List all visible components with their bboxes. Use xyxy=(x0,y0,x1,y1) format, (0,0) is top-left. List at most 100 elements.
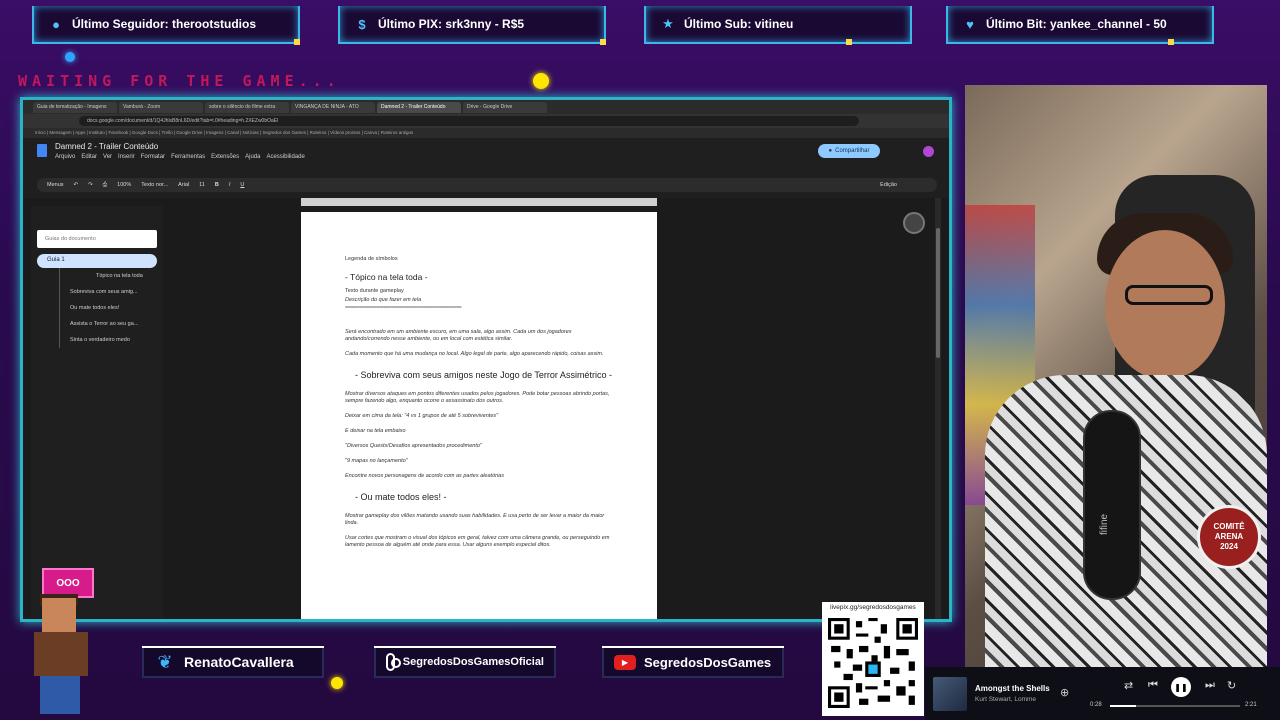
bold-icon[interactable]: B xyxy=(215,182,219,188)
docs-menu-bar: Arquivo Editar Ver Inserir Formatar Ferr… xyxy=(55,154,305,160)
social-handle: RenatoCavallera xyxy=(184,654,294,670)
outline-item[interactable]: Sobreviva com seus amig... xyxy=(59,284,163,300)
social-instagram: SegredosDosGamesOficial xyxy=(374,646,556,678)
font-select[interactable]: Arial xyxy=(178,182,189,188)
user-icon: ● xyxy=(52,16,60,32)
doc-paragraph: Usar cortes que mostram o visual dos tóp… xyxy=(345,535,610,548)
browser-tab[interactable]: Vamburá - Zoom xyxy=(119,101,203,113)
doc-paragraph: "Diversos Quests/Desafios apresentados p… xyxy=(345,443,482,449)
lock-icon: ● xyxy=(828,148,833,154)
user-avatar[interactable] xyxy=(923,146,934,157)
social-youtube: ▶ SegredosDosGames xyxy=(602,646,784,678)
menu-format[interactable]: Formatar xyxy=(141,154,165,160)
menus-search[interactable]: Menus xyxy=(47,182,64,188)
underline-icon[interactable]: U xyxy=(240,182,244,188)
repeat-icon[interactable]: ↻ xyxy=(1227,679,1236,692)
doc-text: Descrição do que fazer em tela xyxy=(345,297,422,303)
decor-dot xyxy=(533,73,549,89)
song-artist: Kurt Stewart, Lomme xyxy=(975,696,1037,703)
streamer-face xyxy=(1105,230,1225,380)
glasses xyxy=(1125,285,1213,305)
alert-last-bit: ♥ Último Bit: yankee_channel - 50 xyxy=(946,6,1214,45)
outline-tab-guia-1[interactable]: Guia 1 xyxy=(37,254,157,268)
waiting-banner: WAITING FOR THE GAME... xyxy=(18,72,341,90)
share-label: Compartilhar xyxy=(835,148,870,154)
doc-paragraph: Cada momento que há uma mudança no local… xyxy=(345,351,604,357)
undo-icon[interactable]: ↶ xyxy=(74,182,79,188)
menu-help[interactable]: Ajuda xyxy=(245,154,260,160)
shirt-badge: COMITÊ ARENA 2024 xyxy=(1197,505,1261,569)
doc-legend: Legenda de símbolos xyxy=(345,256,398,262)
style-select[interactable]: Texto nor... xyxy=(141,182,168,188)
docs-logo-icon[interactable] xyxy=(37,144,47,157)
menu-extensions[interactable]: Extensões xyxy=(211,154,239,160)
menu-accessibility[interactable]: Acessibilidade xyxy=(266,154,304,160)
progress-bar[interactable] xyxy=(1110,705,1240,707)
alert-last-follower: ● Último Seguidor: therootstudios xyxy=(32,6,300,45)
alert-label: Último Sub: vitineu xyxy=(684,17,794,31)
doc-paragraph: Mostrar gameplay dos vilões matando usan… xyxy=(345,513,605,526)
doc-paragraph: Encontre novos personagens de acordo com… xyxy=(345,473,504,479)
browser-tab[interactable]: Guia de tematização - Imagens xyxy=(33,101,117,113)
microphone xyxy=(1083,410,1141,600)
alert-last-pix: $ Último PIX: srk3nny - R$5 xyxy=(338,6,606,45)
qr-label: livepix.gg/segredosdosgames xyxy=(830,604,916,611)
browser-tab-active[interactable]: Damned 2 - Trailer Conteúdo xyxy=(377,101,461,113)
url-input[interactable]: docs.google.com/document/d/1Q4JhlsB8nL6D… xyxy=(79,116,859,126)
shuffle-icon[interactable]: ⇄ xyxy=(1124,679,1133,692)
font-size-input[interactable]: 11 xyxy=(199,182,205,188)
redo-icon[interactable]: ↷ xyxy=(88,182,93,188)
pixel-character xyxy=(30,594,92,716)
doc-paragraph: "9 mapas no lançamento" xyxy=(345,458,408,464)
outline-item[interactable]: Assista o Terror ao seu ga... xyxy=(59,316,163,332)
doc-heading: - Ou mate todos eles! - xyxy=(355,492,447,502)
dark-mode-toggle-icon[interactable] xyxy=(903,212,925,234)
bookmarks-bar[interactable]: Início | Mensagem | Apps | Instituto | F… xyxy=(23,128,949,138)
browser-tab[interactable]: VINGANÇA DE NINJA - ATO xyxy=(291,101,375,113)
vertical-scrollbar[interactable] xyxy=(935,198,941,619)
browser-tab-strip: Guia de tematização - Imagens Vamburá - … xyxy=(23,100,949,114)
decor-dot xyxy=(331,677,343,689)
mic-brand: fifine xyxy=(1099,513,1110,535)
outline-item[interactable]: Tópico na tela toda xyxy=(59,268,163,284)
print-icon[interactable]: ⎙ xyxy=(103,182,107,189)
progress-fill xyxy=(1110,705,1136,707)
browser-tab[interactable]: sobre o silêncio do filme extra xyxy=(205,101,289,113)
doc-paragraph: Deixar em cima da tela: "4 vs 1 grupos d… xyxy=(345,413,499,419)
alert-label: Último Seguidor: therootstudios xyxy=(72,17,256,31)
screen-capture-frame: Guia de tematização - Imagens Vamburá - … xyxy=(20,97,952,622)
zoom-select[interactable]: 100% xyxy=(117,182,131,188)
menu-edit[interactable]: Editar xyxy=(81,154,97,160)
italic-icon[interactable]: I xyxy=(229,182,231,188)
share-button[interactable]: ● Compartilhar xyxy=(818,144,880,158)
pause-button[interactable]: ❚❚ xyxy=(1171,677,1191,697)
browser-tab[interactable]: Drive - Google Drive xyxy=(463,101,547,113)
doc-text: Texto durante gameplay xyxy=(345,288,404,294)
outline-item[interactable]: Sinta o verdadeiro medo xyxy=(59,332,163,348)
menu-tools[interactable]: Ferramentas xyxy=(171,154,205,160)
editing-mode-select[interactable]: Edição xyxy=(880,182,897,188)
total-time: 2:21 xyxy=(1245,702,1257,708)
document-page[interactable]: Legenda de símbolos - Tópico na tela tod… xyxy=(301,212,657,619)
add-to-library-icon[interactable]: ⊕ xyxy=(1060,686,1069,699)
horizontal-ruler[interactable] xyxy=(301,198,657,206)
alert-last-sub: ★ Último Sub: vitineu xyxy=(644,6,912,45)
docs-body: Guias do documento Guia 1 Tópico na tela… xyxy=(23,198,949,619)
menu-file[interactable]: Arquivo xyxy=(55,154,75,160)
outline-tabs-header[interactable]: Guias do documento xyxy=(37,230,157,248)
menu-view[interactable]: Ver xyxy=(103,154,112,160)
doc-paragraph: Mostrar diversos ataques em pontos difer… xyxy=(345,391,610,404)
previous-icon[interactable]: ⏮ xyxy=(1148,679,1158,692)
music-player: Amongst the Shells Kurt Stewart, Lomme ⊕… xyxy=(925,667,1280,720)
doc-paragraph: E deixar na tela embaixo xyxy=(345,428,406,434)
outline-item[interactable]: Ou mate todos eles! xyxy=(59,300,163,316)
menu-insert[interactable]: Inserir xyxy=(118,154,135,160)
album-art xyxy=(933,677,967,711)
decor-dot xyxy=(65,52,75,62)
next-icon[interactable]: ⏭ xyxy=(1205,679,1215,692)
instagram-icon xyxy=(386,653,401,671)
social-handle: SegredosDosGamesOficial xyxy=(402,656,544,668)
document-title[interactable]: Damned 2 - Trailer Conteúdo xyxy=(55,142,158,151)
star-icon: ★ xyxy=(662,16,674,31)
docs-toolbar: Menus ↶ ↷ ⎙ 100% Texto nor... Arial 11 B… xyxy=(37,178,937,192)
